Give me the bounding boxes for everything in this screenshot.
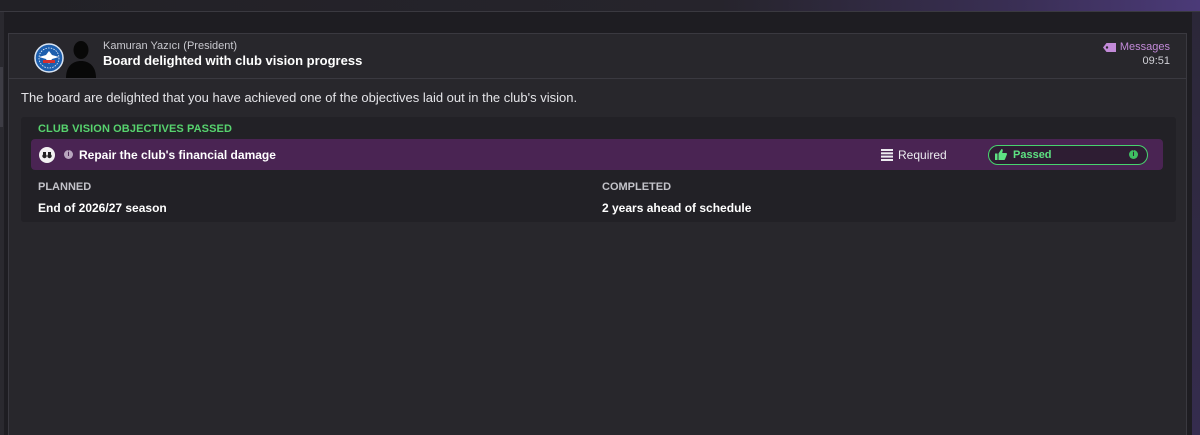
right-edge-strip: [1192, 12, 1200, 435]
planned-value: End of 2026/27 season: [38, 201, 167, 215]
completed-value: 2 years ahead of schedule: [602, 201, 752, 215]
planned-label: PLANNED: [38, 181, 92, 193]
status-info-icon[interactable]: i: [1129, 150, 1138, 159]
scroll-thumb[interactable]: [0, 67, 3, 127]
sender-name: Kamuran Yazıcı (President): [103, 40, 238, 52]
message-subject: Board delighted with club vision progres…: [103, 53, 363, 68]
card-title: CLUB VISION OBJECTIVES PASSED: [38, 123, 233, 135]
thumbs-up-icon: [995, 149, 1007, 160]
left-scroll-strip[interactable]: [0, 12, 4, 435]
info-icon[interactable]: i: [64, 150, 73, 159]
messages-link-label[interactable]: Messages: [1120, 41, 1170, 53]
club-crest-icon[interactable]: [34, 43, 64, 73]
status-label: Passed: [1013, 149, 1052, 161]
importance-label: Required: [898, 148, 947, 162]
messages-link[interactable]: Messages: [1102, 41, 1170, 53]
message-time: 09:51: [1142, 55, 1170, 67]
stacked-bars-icon: [881, 149, 893, 161]
person-silhouette-icon[interactable]: [63, 36, 99, 78]
importance-indicator: Required: [881, 148, 947, 162]
message-header: Kamuran Yazıcı (President) Board delight…: [9, 34, 1186, 79]
objective-label: Repair the club's financial damage: [79, 148, 276, 162]
status-badge[interactable]: Passed i: [988, 145, 1148, 165]
objective-row[interactable]: i Repair the club's financial damage Req…: [31, 139, 1163, 170]
message-panel: Kamuran Yazıcı (President) Board delight…: [8, 33, 1187, 435]
vision-objectives-card: CLUB VISION OBJECTIVES PASSED i Repair t…: [21, 117, 1176, 222]
message-body: The board are delighted that you have ac…: [21, 90, 578, 105]
tag-icon: [1102, 42, 1116, 52]
binoculars-icon: [39, 147, 55, 163]
top-bar: [0, 0, 1200, 12]
completed-label: COMPLETED: [602, 181, 672, 193]
